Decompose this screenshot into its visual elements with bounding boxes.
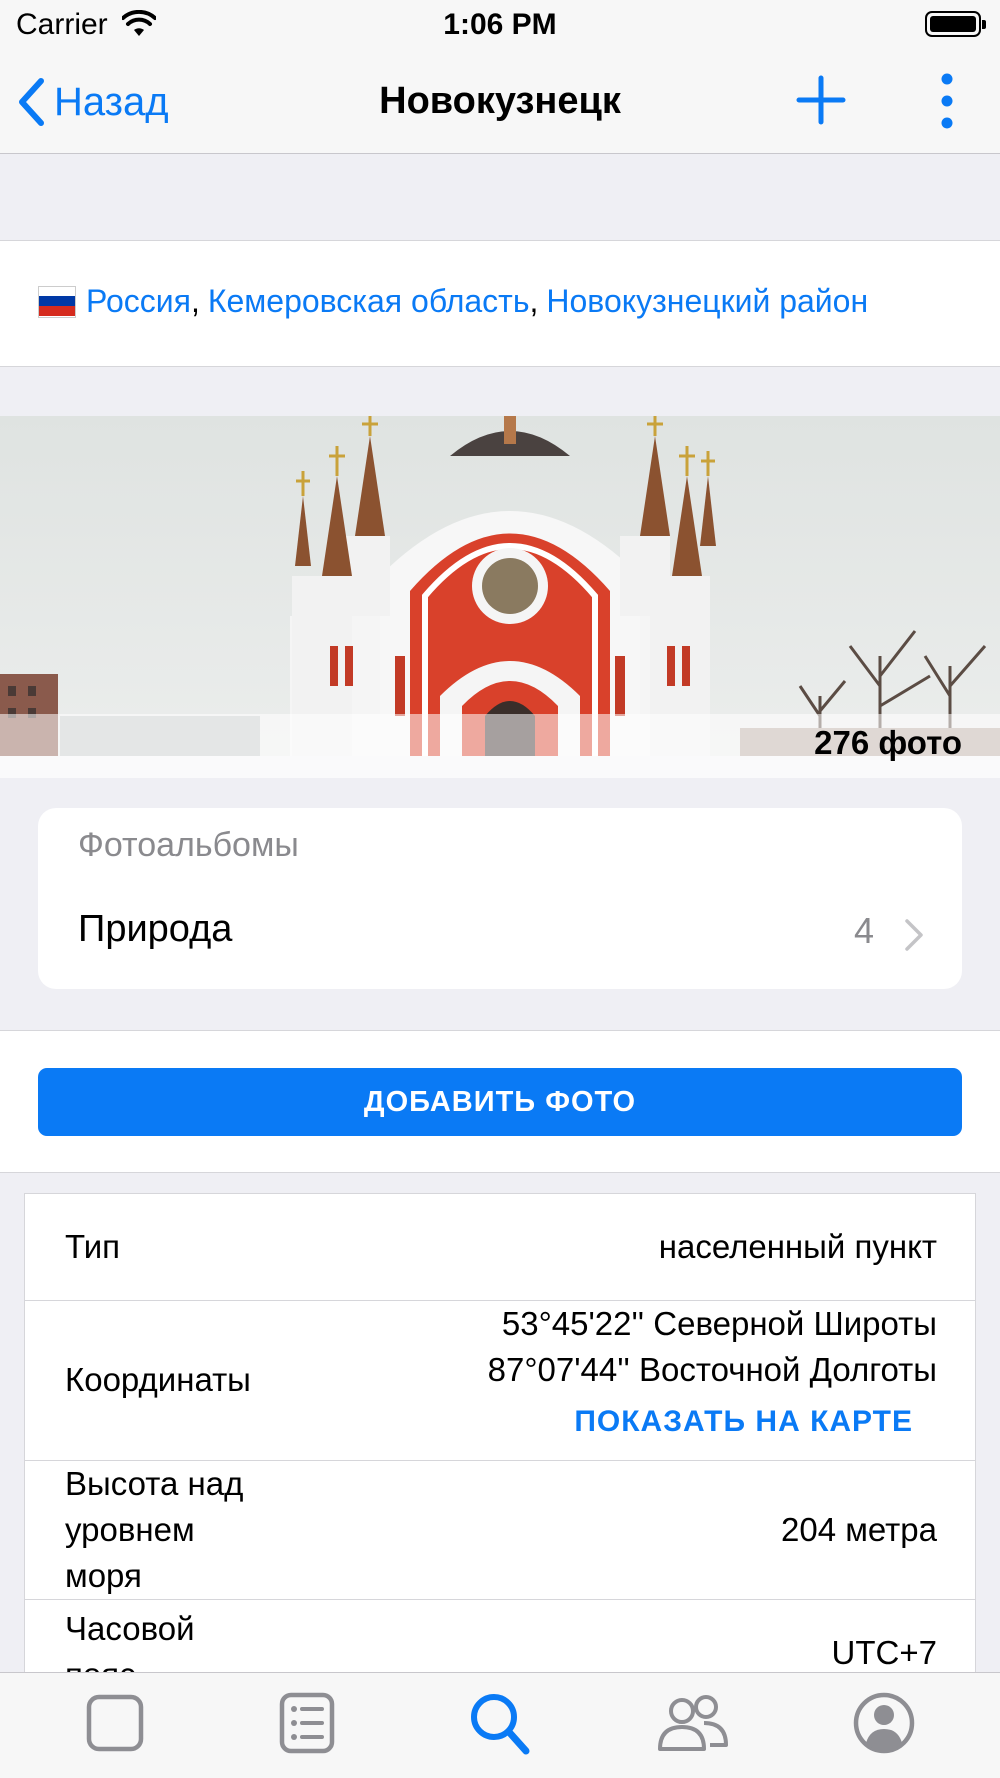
info-label: моря (65, 1557, 142, 1594)
square-icon[interactable] (74, 1687, 154, 1759)
city-photo[interactable]: 276 фото (0, 416, 1000, 778)
page-title: Новокузнецк (379, 80, 621, 122)
location-country-link[interactable]: Россия (86, 283, 191, 320)
info-row-timezone: Часовой пояс UTC+7 (25, 1600, 975, 1672)
plus-icon[interactable] (796, 74, 846, 126)
status-time: 1:06 PM (443, 8, 557, 41)
info-value: населенный пункт (658, 1228, 937, 1265)
russia-flag-icon (38, 285, 76, 318)
coordinates-latitude: 53°45'22'' Северной Широты (501, 1305, 937, 1342)
location-separator: , (529, 283, 539, 319)
add-photo-button[interactable]: ДОБАВИТЬ ФОТО (38, 1068, 962, 1136)
album-row[interactable]: Природа 4 (38, 894, 962, 984)
info-row-type: Тип населенный пункт (25, 1194, 975, 1301)
info-row-altitude: Высота над уровнем моря 204 метра (25, 1461, 975, 1600)
profile-icon[interactable] (844, 1687, 924, 1759)
location-region-link[interactable]: Кемеровская область (208, 283, 530, 320)
location-breadcrumb: Россия , Кемеровская область , Новокузне… (0, 240, 1000, 367)
coordinates-longitude: 87°07'44'' Восточной Долготы (487, 1351, 937, 1388)
album-count: 4 (853, 910, 874, 951)
list-icon[interactable] (266, 1687, 346, 1759)
info-label: Высота над (65, 1465, 244, 1502)
location-district-link[interactable]: Новокузнецкий район (546, 283, 868, 320)
info-label: Координаты (65, 1361, 251, 1398)
info-value: UTC+7 (831, 1634, 937, 1671)
people-icon[interactable] (652, 1687, 732, 1759)
albums-card: Фотоальбомы Природа 4 (38, 808, 962, 989)
info-label: уровнем (65, 1511, 195, 1548)
info-row-coordinates: Координаты 53°45'22'' Северной Широты 87… (25, 1301, 975, 1461)
info-table: Тип населенный пункт Координаты 53°45'22… (24, 1193, 976, 1673)
chevron-right-icon (905, 919, 923, 951)
tab-bar (0, 1672, 1000, 1778)
albums-title: Фотоальбомы (78, 826, 299, 864)
info-label: Часовой (65, 1610, 195, 1647)
info-label: пояс (65, 1652, 136, 1672)
info-label: Тип (65, 1228, 121, 1265)
status-bar: Carrier 1:06 PM (0, 0, 1000, 50)
navigation-bar: Назад Новокузнецк (0, 50, 1000, 154)
location-separator: , (190, 283, 200, 319)
more-vertical-icon[interactable] (930, 72, 964, 130)
photo-count: 276 фото (814, 724, 962, 761)
search-icon[interactable] (460, 1687, 540, 1759)
album-name: Природа (78, 908, 233, 950)
info-value: 204 метра (781, 1511, 937, 1548)
show-on-map-button[interactable]: ПОКАЗАТЬ НА КАРТЕ (574, 1405, 913, 1439)
battery-icon (925, 11, 986, 37)
add-photo-section: ДОБАВИТЬ ФОТО (0, 1030, 1000, 1173)
